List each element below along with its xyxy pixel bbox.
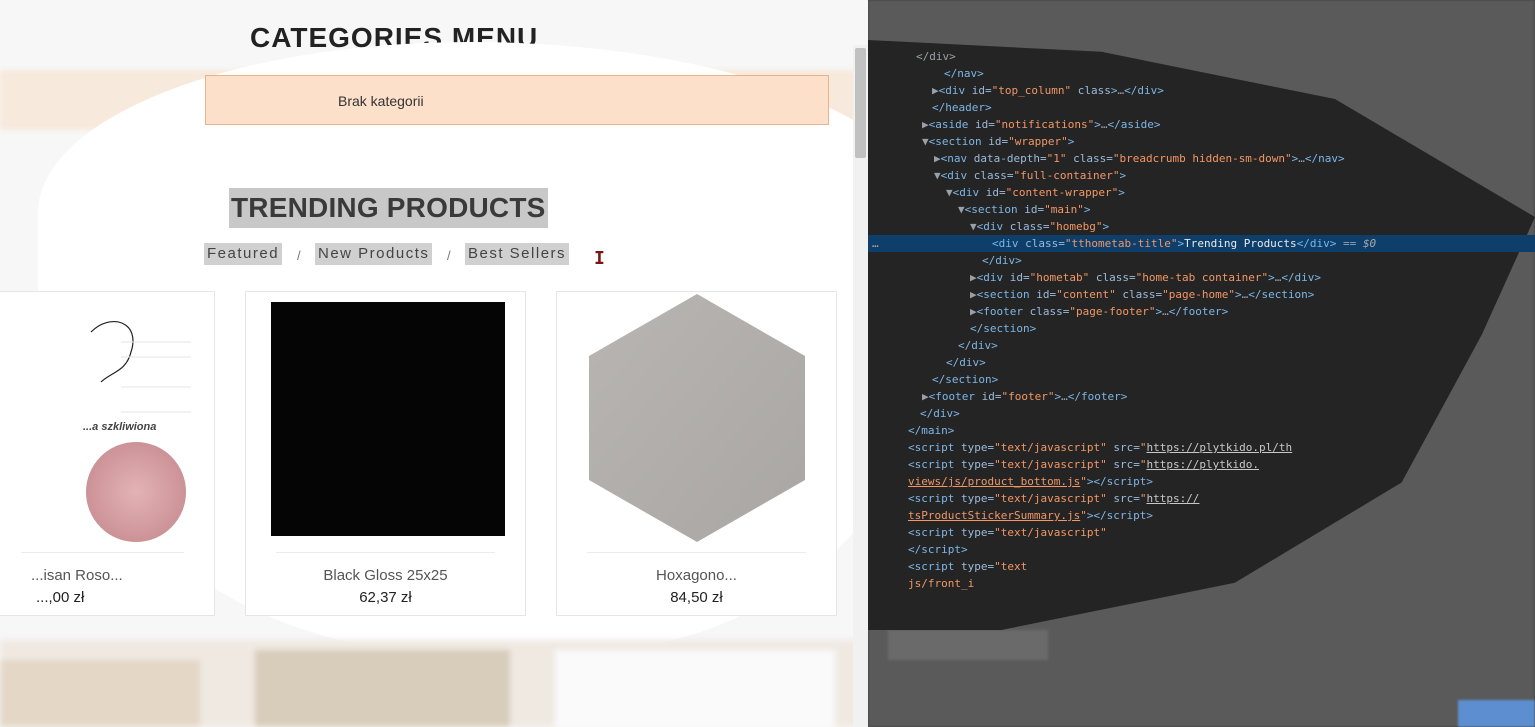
dom-node[interactable]: views/js/product_bottom.js"></script>: [868, 473, 1535, 490]
devtools-panel: </div> </nav> ▶<div id="top_column" class>…: [868, 0, 1535, 727]
tab-separator: /: [447, 248, 451, 263]
product-card[interactable]: Black Gloss 25x25 62,37 zł: [245, 291, 526, 616]
product-price: 62,37 zł: [359, 589, 412, 606]
elements-tree[interactable]: </div> </nav> ▶<div id="top_column" class>…: [868, 48, 1535, 592]
dom-node[interactable]: ▶<div id="hometab" class="home-tab conta…: [868, 269, 1535, 286]
dom-node[interactable]: </section>: [868, 320, 1535, 337]
trending-products-title: TRENDING PRODUCTS: [229, 188, 548, 228]
dom-node[interactable]: <script type="text/javascript" src="http…: [868, 456, 1535, 473]
product-image: [271, 302, 505, 536]
product-image: [589, 294, 805, 542]
scrollbar-thumb[interactable]: [855, 48, 866, 158]
dom-node[interactable]: ▼<div id="content-wrapper">: [868, 184, 1535, 201]
dom-node[interactable]: <script type="text/javascript" src="http…: [868, 439, 1535, 456]
next-row-products: [0, 640, 868, 727]
dom-node-selected[interactable]: … <div class="tthometab-title">Trending P…: [868, 235, 1535, 252]
dom-node[interactable]: </div>: [868, 48, 1535, 65]
dom-node[interactable]: ▶<footer id="footer">…</footer>: [868, 388, 1535, 405]
product-card[interactable]: Hoxagono... 84,50 zł: [556, 291, 837, 616]
dom-node[interactable]: </nav>: [868, 65, 1535, 82]
dom-node[interactable]: ▶<div id="top_column" class>…</div>: [868, 82, 1535, 99]
more-icon[interactable]: …: [872, 235, 879, 252]
dom-node[interactable]: </script>: [868, 541, 1535, 558]
product-image-caption: ...a szkliwiona: [83, 421, 157, 433]
divider: [587, 552, 806, 553]
tab-featured[interactable]: Featured: [204, 243, 283, 265]
tab-best-sellers[interactable]: Best Sellers: [465, 243, 570, 265]
product-card[interactable]: ...a szkliwiona ...isan Roso... ...,00 z…: [0, 291, 215, 616]
dom-node[interactable]: ▼<section id="main">: [868, 201, 1535, 218]
dom-node[interactable]: </div>: [868, 405, 1535, 422]
divider: [21, 552, 184, 553]
product-price: ...,00 zł: [36, 589, 85, 606]
no-categories-text: Brak kategorii: [338, 93, 424, 109]
dom-node[interactable]: ▶<section id="content" class="page-home"…: [868, 286, 1535, 303]
tab-separator: /: [297, 248, 301, 263]
dom-node[interactable]: ▶<nav data-depth="1" class="breadcrumb h…: [868, 150, 1535, 167]
product-name[interactable]: ...isan Roso...: [31, 567, 214, 584]
text-cursor-icon: I: [594, 248, 605, 269]
dom-node[interactable]: ▼<section id="wrapper">: [868, 133, 1535, 150]
divider: [276, 552, 495, 553]
tab-new-products[interactable]: New Products: [315, 243, 433, 265]
dom-node[interactable]: ▶<aside id="notifications">…</aside>: [868, 116, 1535, 133]
dom-node[interactable]: </div>: [868, 354, 1535, 371]
product-name[interactable]: Black Gloss 25x25: [246, 567, 525, 584]
dom-node[interactable]: ▶<footer class="page-footer">…</footer>: [868, 303, 1535, 320]
dom-node[interactable]: </header>: [868, 99, 1535, 116]
website-viewport: CATEGORIES MENU Brak kategorii TRENDING …: [0, 0, 868, 727]
dom-node[interactable]: <script type="text/javascript": [868, 524, 1535, 541]
product-price: 84,50 zł: [670, 589, 723, 606]
dom-node[interactable]: js/front_i: [868, 575, 1535, 592]
dom-node[interactable]: </main>: [868, 422, 1535, 439]
dom-node[interactable]: tsProductStickerSummary.js"></script>: [868, 507, 1535, 524]
dom-node[interactable]: <script type="text: [868, 558, 1535, 575]
dom-node[interactable]: </section>: [868, 371, 1535, 388]
product-name[interactable]: Hoxagono...: [557, 567, 836, 584]
dom-node[interactable]: </div>: [868, 252, 1535, 269]
product-tabs: Featured / New Products / Best Sellers: [0, 243, 868, 267]
dom-node[interactable]: </div>: [868, 337, 1535, 354]
dom-node[interactable]: ▼<div class="homebg">: [868, 218, 1535, 235]
dom-node[interactable]: ▼<div class="full-container">: [868, 167, 1535, 184]
dom-node[interactable]: <script type="text/javascript" src="http…: [868, 490, 1535, 507]
categories-empty-bar: Brak kategorii: [205, 75, 829, 125]
